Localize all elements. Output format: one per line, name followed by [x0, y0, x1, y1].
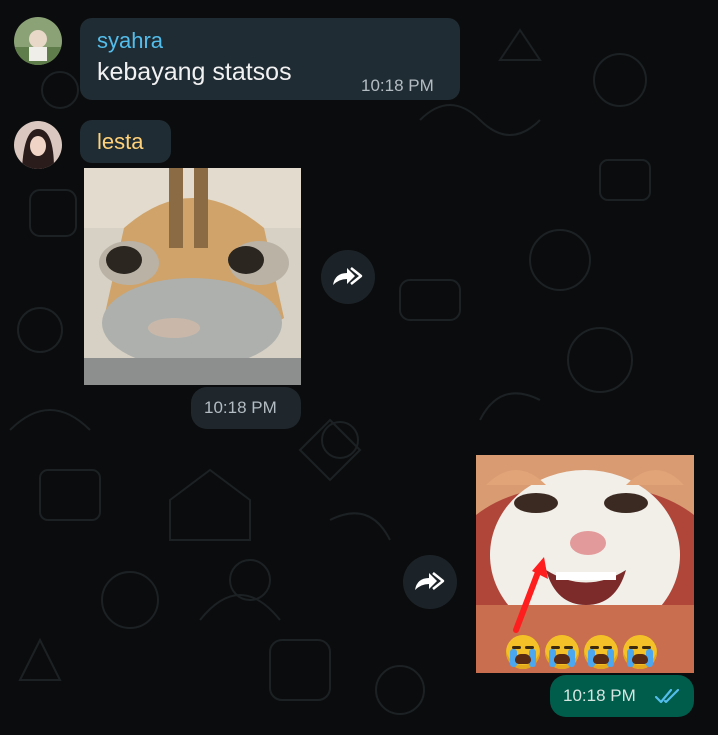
message-time: 10:18 PM — [563, 686, 636, 705]
sticker-image — [84, 168, 301, 385]
crying-emoji — [623, 635, 657, 669]
crying-emoji — [584, 635, 618, 669]
sender-label-lesta: lesta — [80, 120, 171, 163]
forward-button[interactable] — [321, 250, 375, 304]
message-text: kebayang statsos — [97, 58, 292, 86]
avatar-syahra[interactable] — [14, 17, 62, 65]
avatar-image — [14, 121, 62, 169]
crying-cat-sticker[interactable] — [476, 455, 694, 673]
arrow-annotation — [513, 557, 548, 633]
message-bubble-syahra[interactable]: syahra kebayang statsos 10:18 PM — [80, 18, 460, 100]
crying-emoji — [506, 635, 540, 669]
message-time: 10:18 PM — [361, 76, 434, 95]
cat-sticker[interactable] — [84, 168, 301, 385]
forward-icon — [415, 572, 445, 590]
time-pill: 10:18 PM — [191, 387, 301, 429]
avatar-lesta[interactable] — [14, 121, 62, 169]
sender-name: syahra — [97, 28, 164, 53]
crying-emoji — [545, 635, 579, 669]
sender-name: lesta — [97, 129, 144, 154]
outgoing-time-pill: 10:18 PM — [550, 675, 694, 717]
avatar-image — [14, 17, 62, 65]
forward-icon — [333, 267, 363, 285]
double-check-icon — [654, 688, 680, 704]
message-time: 10:18 PM — [204, 398, 277, 417]
forward-button[interactable] — [403, 555, 457, 609]
